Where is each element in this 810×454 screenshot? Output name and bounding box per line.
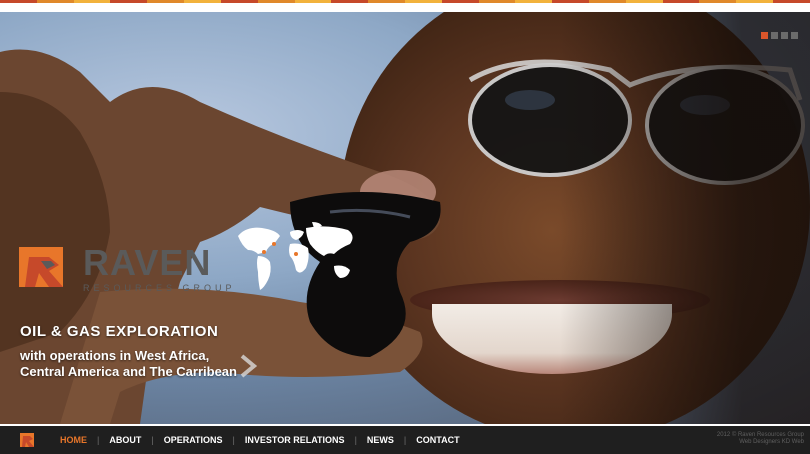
slide-dot-2[interactable] (771, 32, 778, 39)
nav-logo-icon[interactable] (20, 433, 38, 447)
stripe-segment (404, 0, 442, 3)
stripe-segment (662, 0, 700, 3)
slide-dot-1[interactable] (761, 32, 768, 39)
stripe-segment (625, 0, 663, 3)
brand-name: RAVEN (83, 242, 212, 283)
nav-item-operations[interactable]: OPERATIONS (154, 435, 233, 445)
stripe-segment (773, 0, 810, 3)
nav-item-contact[interactable]: CONTACT (406, 435, 469, 445)
stripe-segment (184, 0, 221, 3)
copyright-text: 2012 © Raven Resources Group (716, 432, 804, 438)
raven-logo-icon (19, 247, 63, 287)
nav-item-home[interactable]: HOME (50, 435, 97, 445)
stripe-segment (220, 0, 258, 3)
hero-photo-shadow (560, 12, 810, 424)
footer-copyright: 2012 © Raven Resources Group Web Designe… (717, 432, 804, 446)
stripe-segment (36, 0, 74, 3)
stripe-segment (0, 0, 37, 3)
world-map-icon (238, 222, 353, 290)
brand-logo[interactable]: RAVEN RESOURCES GROUP (19, 245, 236, 293)
stripe-segment (699, 0, 737, 3)
stripe-segment (515, 0, 553, 3)
stripe-segment (552, 0, 589, 3)
slide-dot-4[interactable] (791, 32, 798, 39)
stripe-segment (331, 0, 369, 3)
chevron-right-icon[interactable] (239, 354, 257, 378)
stripe-segment (257, 0, 295, 3)
nav-item-investor-relations[interactable]: INVESTOR RELATIONS (235, 435, 355, 445)
stripe-segment (441, 0, 479, 3)
stripe-segment (110, 0, 148, 3)
stripe-segment (73, 0, 111, 3)
stripe-segment (368, 0, 405, 3)
slide-dot-3[interactable] (781, 32, 788, 39)
nav-item-about[interactable]: ABOUT (99, 435, 151, 445)
stripe-segment (589, 0, 626, 3)
main-navigation: HOME | ABOUT | OPERATIONS | INVESTOR RELATIONS… (0, 426, 810, 454)
top-color-stripe (0, 0, 810, 3)
stripe-segment (294, 0, 332, 3)
credit-text: Web Designers KD Web (739, 439, 804, 445)
stripe-segment (736, 0, 774, 3)
slide-indicators (761, 32, 798, 39)
nav-item-news[interactable]: NEWS (357, 435, 404, 445)
stripe-segment (478, 0, 516, 3)
brand-tagline: RESOURCES GROUP (83, 283, 236, 293)
stripe-segment (147, 0, 185, 3)
hero-subtext: with operations in West Africa, Central … (20, 348, 237, 379)
hero-headline: OIL & GAS EXPLORATION (20, 323, 219, 340)
page: RAVEN RESOURCES GROUP OIL & GAS EXPLORAT… (0, 0, 810, 454)
